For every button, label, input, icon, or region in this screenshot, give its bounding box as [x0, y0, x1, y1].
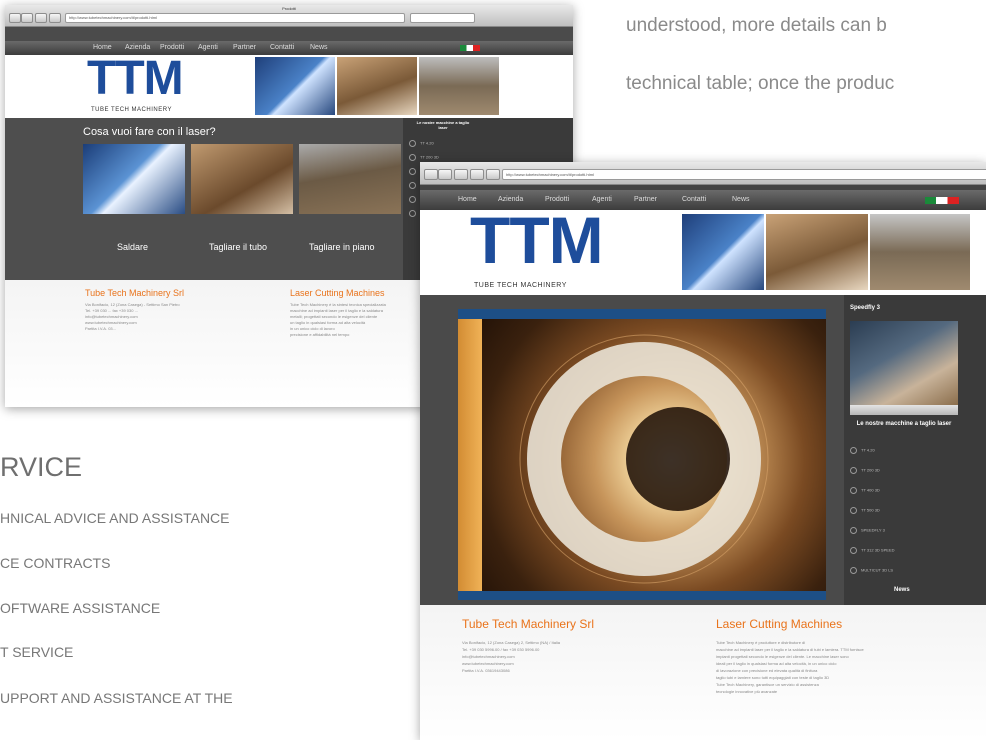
option-tagliare-piano[interactable]: Tagliare in piano [309, 242, 375, 252]
nav-news[interactable]: News [310, 44, 328, 51]
front-footer-laser-title: Laser Cutting Machines [716, 617, 843, 631]
back-headline: Cosa vuoi fare con il laser? [83, 126, 216, 138]
back-sidebar-item[interactable] [409, 168, 420, 175]
service-item: T SERVICE [0, 644, 74, 660]
address-bar[interactable]: http://www.tubetechmachinery.com/it/prod… [65, 13, 405, 23]
intro-line-2: technical table; once the produc [626, 73, 895, 94]
front-sidebar-item[interactable]: TT 4.20 [850, 447, 875, 454]
sidebar-product-photo[interactable] [850, 321, 958, 405]
add-bookmark-button[interactable] [486, 169, 500, 180]
option-photo-flat[interactable] [299, 144, 401, 214]
address-bar[interactable]: http://www.tubetechmachinery.com/it/prod… [502, 169, 986, 180]
back-site-header: TTM TUBE TECH MACHINERY [5, 52, 573, 118]
front-browser-chrome: http://www.tubetechmachinery.com/it/prod… [420, 162, 986, 185]
service-item: HNICAL ADVICE AND ASSISTANCE [0, 510, 230, 526]
ttm-logo[interactable]: TTM [470, 202, 604, 278]
nav-home[interactable]: Home [93, 44, 112, 51]
back-sidebar-item[interactable] [409, 182, 420, 189]
nav-agenti[interactable]: Agenti [198, 44, 218, 51]
nav-contatti[interactable]: Contatti [682, 196, 706, 203]
front-sidebar-item[interactable]: TT 500 3D [850, 507, 880, 514]
nav-contatti[interactable]: Contatti [270, 44, 294, 51]
back-sidebar-item[interactable]: TT 4.20 [409, 140, 434, 147]
ttm-logo-subtitle: TUBE TECH MACHINERY [91, 107, 172, 113]
service-title: RVICE [0, 452, 83, 482]
sidebar-photo-controls[interactable] [850, 405, 958, 415]
nav-azienda[interactable]: Azienda [125, 44, 150, 51]
header-photo-1 [255, 57, 335, 115]
language-flags[interactable] [460, 45, 480, 51]
service-item: CE CONTRACTS [0, 555, 111, 571]
front-site-header: TTM TUBE TECH MACHINERY [420, 203, 986, 295]
reload-button[interactable] [454, 169, 468, 180]
front-footer-laser-text: Tube Tech Machinery è produttore e distr… [716, 640, 864, 694]
back-sidebar-item[interactable]: TT 200 3D [409, 154, 439, 161]
back-browser-chrome: Prodotti http://www.tubetechmachinery.co… [5, 5, 573, 27]
search-field[interactable] [410, 13, 475, 23]
front-sidebar-title: Speedfly 3 [850, 305, 881, 311]
back-window-title: Prodotti [282, 6, 296, 11]
ttm-logo[interactable]: TTM [87, 51, 184, 106]
nav-partner[interactable]: Partner [634, 196, 657, 203]
home-button[interactable] [470, 169, 484, 180]
home-button[interactable] [49, 13, 61, 23]
header-photo-3 [419, 57, 499, 115]
forward-button[interactable] [438, 169, 452, 180]
header-photo-2 [337, 57, 417, 115]
front-sidebar: Speedfly 3 Le nostre macchine a taglio l… [844, 295, 986, 605]
front-main: Speedfly 3 Le nostre macchine a taglio l… [420, 295, 986, 605]
option-photo-welding[interactable] [83, 144, 185, 214]
hero-laser-image [458, 319, 826, 591]
header-photo-3 [870, 214, 970, 290]
front-browser-window: http://www.tubetechmachinery.com/it/prod… [420, 162, 986, 740]
reload-button[interactable] [35, 13, 47, 23]
back-button[interactable] [9, 13, 21, 23]
intro-line-1: understood, more details can b [626, 15, 887, 36]
back-footer-contacts: Via Bonifacio, 12 (Zona Casega) - Settim… [85, 302, 180, 331]
front-sidebar-item[interactable]: TT 200 3D [850, 467, 880, 474]
front-footer-contacts: Via Bonifacio, 12 (Zona Casega) 2, Setti… [462, 640, 560, 673]
back-footer-laser-title: Laser Cutting Machines [290, 288, 385, 298]
forward-button[interactable] [21, 13, 33, 23]
front-sidebar-title-2: Le nostre macchine a taglio laser [856, 421, 952, 427]
hero-image-frame [458, 309, 826, 600]
service-item: OFTWARE ASSISTANCE [0, 600, 161, 616]
back-footer-company: Tube Tech Machinery Srl [85, 288, 185, 298]
back-sidebar-title: Le nostre macchine a taglio laser [416, 120, 470, 130]
front-footer-company: Tube Tech Machinery Srl [462, 617, 595, 631]
front-sidebar-item[interactable]: SPEEDFLY 3 [850, 527, 885, 534]
header-photo-1 [682, 214, 764, 290]
nav-news[interactable]: News [732, 196, 750, 203]
back-sidebar-item[interactable] [409, 210, 420, 217]
front-sidebar-item[interactable]: TT 312 3D SPEED [850, 547, 895, 554]
nav-partner[interactable]: Partner [233, 44, 256, 51]
option-tagliare-tubo[interactable]: Tagliare il tubo [209, 242, 267, 252]
back-button[interactable] [424, 169, 438, 180]
option-saldare[interactable]: Saldare [117, 242, 148, 252]
header-photo-2 [766, 214, 868, 290]
front-site-footer: Tube Tech Machinery Srl Via Bonifacio, 1… [420, 605, 986, 740]
language-flags[interactable] [925, 197, 959, 204]
service-item: UPPORT AND ASSISTANCE AT THE [0, 690, 233, 706]
nav-prodotti[interactable]: Prodotti [160, 44, 184, 51]
back-sidebar-item[interactable] [409, 196, 420, 203]
option-photo-tube[interactable] [191, 144, 293, 214]
front-sidebar-news[interactable]: News [894, 587, 910, 593]
hero-ring-graphic [519, 334, 769, 584]
front-sidebar-item[interactable]: MULTICUT 3D LS [850, 567, 893, 574]
front-sidebar-item[interactable]: TT 400 3D [850, 487, 880, 494]
ttm-logo-subtitle: TUBE TECH MACHINERY [474, 282, 567, 289]
